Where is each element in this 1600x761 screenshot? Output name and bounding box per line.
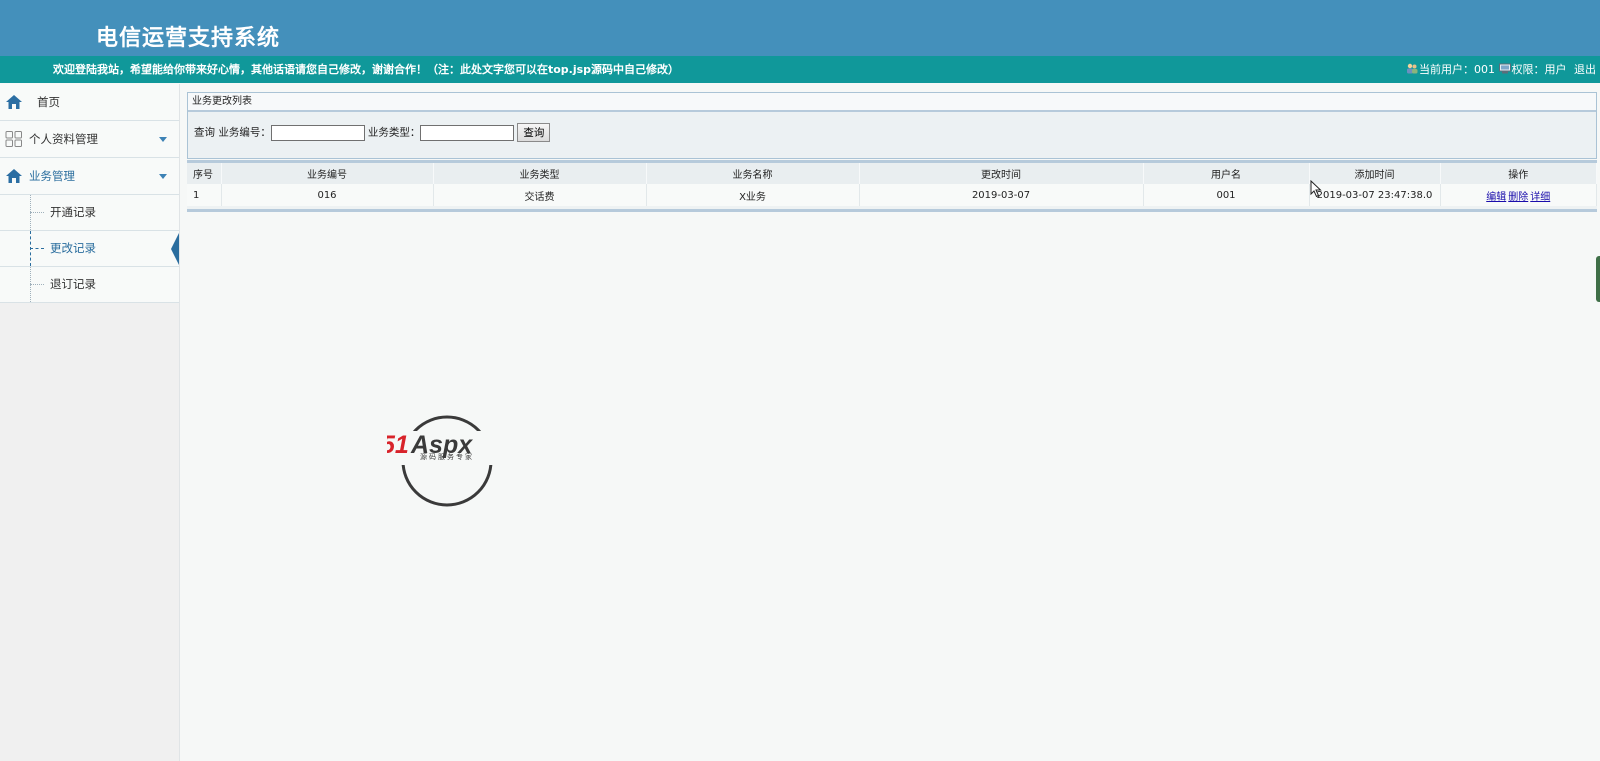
table-row: 1 016 交话费 X业务 2019-03-07 001 2019-03-07 … bbox=[187, 184, 1597, 206]
cell-business-code: 016 bbox=[221, 184, 434, 206]
current-user-label: 当前用户：001 bbox=[1419, 63, 1495, 76]
watermark-tagline: 源码服务专家 bbox=[420, 452, 474, 461]
column-header: 操作 bbox=[1440, 163, 1597, 184]
sidebar-item-home[interactable]: 首页 bbox=[0, 84, 179, 121]
business-type-input[interactable] bbox=[420, 124, 515, 141]
welcome-text: 欢迎登陆我站，希望能给你带来好心情，其他话语请您自己修改，谢谢合作！（注：此处文… bbox=[53, 63, 680, 76]
sidebar-item-label: 个人资料管理 bbox=[29, 132, 98, 146]
tree-connector bbox=[30, 267, 46, 302]
chevron-down-icon bbox=[159, 137, 167, 142]
edit-link[interactable]: 编辑 bbox=[1486, 192, 1506, 203]
permission-label: 权限：用户 bbox=[1511, 63, 1567, 76]
search-button[interactable]: 查询 bbox=[517, 123, 551, 142]
query-label: 查询 bbox=[194, 126, 215, 139]
sidebar-subitem-label: 退订记录 bbox=[50, 277, 96, 291]
side-float-tab[interactable] bbox=[1596, 256, 1600, 302]
cell-change-time: 2019-03-07 bbox=[859, 184, 1144, 206]
sidebar-subitem-label: 更改记录 bbox=[50, 241, 96, 255]
detail-link[interactable]: 详细 bbox=[1530, 192, 1550, 203]
delete-link[interactable]: 删除 bbox=[1508, 192, 1528, 203]
cell-add-time: 2019-03-07 23:47:38.0 bbox=[1309, 184, 1441, 206]
column-header: 添加时间 bbox=[1309, 163, 1441, 184]
sidebar-menu: 首页 个人资料管理 业务管理 开通记录 更改记录 退订记录 bbox=[0, 84, 179, 303]
search-row: 查询 业务编号： 业务类型： 查询 bbox=[194, 123, 551, 142]
sidebar-item-profile[interactable]: 个人资料管理 bbox=[0, 121, 179, 158]
user-info: 当前用户：001 权限：用户 退出 bbox=[1406, 56, 1596, 83]
records-table: 序号 业务编号 业务类型 业务名称 更改时间 用户名 添加时间 操作 1 016… bbox=[187, 160, 1597, 212]
logout-link[interactable]: 退出 bbox=[1574, 63, 1596, 76]
cell-actions: 编辑 删除 详细 bbox=[1440, 184, 1597, 206]
business-code-input[interactable] bbox=[270, 124, 365, 141]
sidebar-item-label: 业务管理 bbox=[29, 169, 75, 183]
tree-connector bbox=[30, 195, 46, 230]
sidebar-item-business[interactable]: 业务管理 bbox=[0, 158, 179, 195]
column-header: 用户名 bbox=[1143, 163, 1310, 184]
column-header: 业务类型 bbox=[433, 163, 647, 184]
welcome-bar: 欢迎登陆我站，希望能给你带来好心情，其他话语请您自己修改，谢谢合作！（注：此处文… bbox=[0, 56, 1600, 83]
mouse-cursor-icon bbox=[1310, 180, 1322, 198]
business-type-label: 业务类型： bbox=[367, 126, 421, 139]
permission-icon bbox=[1498, 63, 1511, 74]
table-header-row: 序号 业务编号 业务类型 业务名称 更改时间 用户名 添加时间 操作 bbox=[187, 163, 1597, 184]
column-header: 业务名称 bbox=[646, 163, 860, 184]
column-header: 更改时间 bbox=[859, 163, 1144, 184]
sidebar-item-label: 首页 bbox=[37, 95, 60, 109]
cell-business-name: X业务 bbox=[646, 184, 860, 206]
app-title: 电信运营支持系统 bbox=[96, 25, 281, 51]
column-header: 业务编号 bbox=[221, 163, 434, 184]
cell-username: 001 bbox=[1143, 184, 1310, 206]
panel-title: 业务更改列表 bbox=[188, 93, 1596, 112]
sidebar-subitem-label: 开通记录 bbox=[50, 205, 96, 219]
cell-index: 1 bbox=[187, 184, 222, 206]
search-panel: 业务更改列表 查询 业务编号： 业务类型： 查询 bbox=[187, 92, 1597, 159]
cell-business-type: 交话费 bbox=[433, 184, 647, 206]
sidebar: 首页 个人资料管理 业务管理 开通记录 更改记录 退订记录 bbox=[0, 84, 180, 761]
watermark-logo: 51 Aspx 源码服务专家 bbox=[387, 415, 511, 507]
home-icon bbox=[6, 95, 22, 109]
active-indicator-icon bbox=[171, 233, 179, 265]
sidebar-subitem-change-records[interactable]: 更改记录 bbox=[0, 231, 179, 267]
column-header: 序号 bbox=[187, 163, 222, 184]
tree-connector bbox=[30, 231, 46, 266]
home-icon bbox=[6, 169, 22, 183]
chevron-down-icon bbox=[159, 174, 167, 179]
sidebar-subitem-cancel-records[interactable]: 退订记录 bbox=[0, 267, 179, 303]
sidebar-subitem-open-records[interactable]: 开通记录 bbox=[0, 195, 179, 231]
top-banner: 电信运营支持系统 bbox=[0, 0, 1600, 56]
svg-text:51: 51 bbox=[387, 431, 409, 459]
business-code-label: 业务编号： bbox=[218, 126, 271, 139]
user-icon bbox=[1407, 63, 1418, 74]
grid-icon bbox=[5, 131, 22, 147]
